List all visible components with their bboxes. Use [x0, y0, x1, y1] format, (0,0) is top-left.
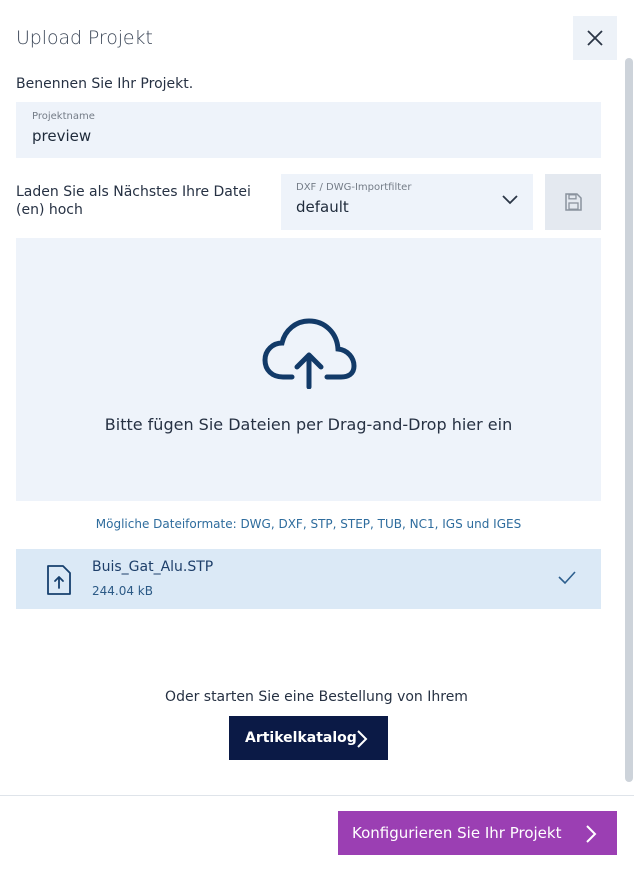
- save-filter-button[interactable]: [545, 174, 601, 230]
- upload-prompt: Laden Sie als Nächstes Ihre Datei (en) h…: [16, 184, 251, 218]
- close-button[interactable]: [573, 16, 617, 60]
- scrollbar[interactable]: [625, 58, 633, 782]
- project-name-label: Projektname: [32, 111, 95, 122]
- cloud-upload-icon: [262, 318, 357, 389]
- file-upload-icon: [47, 565, 71, 595]
- close-icon: [587, 30, 603, 46]
- chevron-right-icon: [586, 825, 597, 843]
- file-formats-hint: Mögliche Dateiformate: DWG, DXF, STP, ST…: [95, 517, 522, 531]
- uploaded-file-row[interactable]: Buis_Gat_Alu.STP 244.04 kB: [16, 549, 601, 609]
- dropzone-text: Bitte fügen Sie Dateien per Drag-and-Dro…: [104, 415, 513, 434]
- order-hint-text: Oder starten Sie eine Bestellung von Ihr…: [165, 689, 468, 705]
- configure-project-label: Konfigurieren Sie Ihr Projekt: [352, 824, 562, 842]
- import-filter-select[interactable]: DXF / DWG-Importfilter default: [281, 174, 533, 230]
- check-icon: [558, 571, 576, 585]
- dialog-title: Upload Projekt: [16, 27, 153, 49]
- chevron-right-icon: [357, 730, 368, 748]
- chevron-down-icon: [502, 195, 518, 205]
- project-name-value[interactable]: preview: [32, 127, 585, 145]
- article-catalog-label: Artikelkatalog: [245, 730, 357, 746]
- project-name-prompt: Benennen Sie Ihr Projekt.: [16, 76, 194, 92]
- import-filter-label: DXF / DWG-Importfilter: [296, 182, 412, 193]
- article-catalog-button[interactable]: Artikelkatalog: [229, 716, 388, 760]
- file-size: 244.04 kB: [92, 584, 153, 598]
- import-filter-value: default: [296, 198, 349, 216]
- file-name: Buis_Gat_Alu.STP: [92, 559, 214, 575]
- project-name-field[interactable]: Projektname preview: [16, 102, 601, 158]
- configure-project-button[interactable]: Konfigurieren Sie Ihr Projekt: [338, 811, 617, 855]
- save-icon: [565, 193, 582, 211]
